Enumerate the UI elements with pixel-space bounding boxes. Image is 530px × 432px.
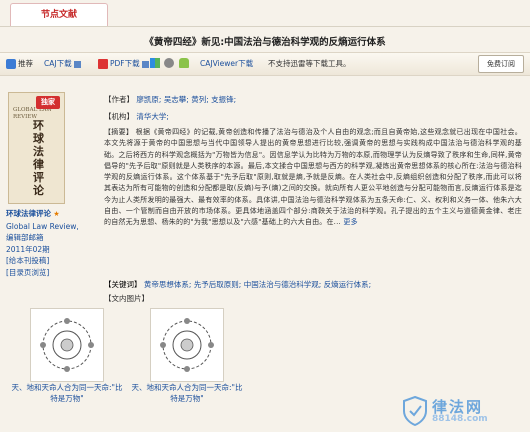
figure-caption[interactable]: 天、地和天命人合为同一天命:"比特是万物" — [8, 382, 126, 404]
journal-english-name[interactable]: Global Law Review, — [6, 221, 96, 233]
pdf-download-link[interactable]: PDF下载 — [98, 58, 149, 69]
figure-thumbnail[interactable] — [150, 308, 224, 382]
catalog-link[interactable]: [目录页浏览] — [6, 267, 96, 279]
download-icon — [141, 60, 149, 68]
org-link[interactable]: 清华大学; — [136, 112, 169, 121]
abstract: 【摘要】 根据《黄帝四经》的记载,黄帝创造和传播了法治与德治及个人自由的观念;而… — [104, 127, 522, 229]
organization-row: 【机构】 清华大学; — [104, 111, 169, 122]
figures-label: 【文内图片】 — [104, 294, 149, 303]
keywords-label: 【关键词】 — [104, 280, 142, 289]
authors-row: 【作者】 廖凯原; 吴志攀; 黄列; 支振锋; — [104, 94, 236, 105]
tab-node-document[interactable]: 节点文献 — [10, 3, 108, 26]
keyword-link[interactable]: 反熵运行体系; — [324, 280, 372, 289]
pdf-icon — [98, 59, 108, 69]
tab-bar: 节点文献 — [0, 0, 530, 27]
contribute-link[interactable]: [给本刊投稿] — [6, 255, 96, 267]
figure-thumbnail[interactable] — [30, 308, 104, 382]
author-link[interactable]: 廖凯原; — [136, 95, 161, 104]
keyword-link[interactable]: 中国法治与德治科学观; — [244, 280, 322, 289]
caj-download-link[interactable]: CAJ下载 — [44, 58, 81, 69]
figure-caption[interactable]: 天、地和天命人合为同一天命:"比特是万物" — [128, 382, 246, 404]
journal-editor[interactable]: 编辑部邮箱 — [6, 232, 96, 244]
pdf-download-label: PDF下载 — [110, 59, 140, 68]
windows-icon[interactable] — [150, 58, 160, 68]
caj-download-label: CAJ下载 — [44, 59, 72, 68]
keyword-link[interactable]: 黄帝思想体系; — [144, 280, 192, 289]
download-notice: 不支持迅雷等下载工具。 — [268, 59, 351, 68]
abstract-text: 根据《黄帝四经》的记载,黄帝创造和传播了法治与德治及个人自由的观念;而且自黄帝始… — [104, 128, 522, 227]
more-link[interactable]: 更多 — [343, 218, 357, 226]
android-icon[interactable] — [178, 58, 189, 68]
author-link[interactable]: 吴志攀; — [164, 95, 189, 104]
download-bar: 推荐 CAJ下载 PDF下载 CAJViewer下载 不支持迅雷等下载工具。 免… — [0, 52, 530, 76]
apple-icon[interactable] — [164, 58, 175, 68]
keywords-row: 【关键词】 黄帝思想体系; 先予后取原则; 中国法治与德治科学观; 反熵运行体系… — [104, 279, 524, 290]
figure-diagram — [160, 318, 214, 372]
author-link[interactable]: 黄列; — [191, 95, 209, 104]
abstract-label: 【摘要】 — [104, 128, 134, 136]
recommend-item: 推荐 — [6, 58, 33, 69]
recommend-label: 推荐 — [18, 59, 33, 68]
shield-icon — [403, 396, 427, 426]
keyword-link[interactable]: 先予后取原则; — [194, 280, 242, 289]
author-link[interactable]: 支振锋; — [211, 95, 236, 104]
free-subscribe-button[interactable]: 免费订阅 — [478, 55, 524, 73]
journal-name[interactable]: 环球法律评论 — [6, 209, 51, 218]
journal-issue[interactable]: 2011年02期 — [6, 244, 96, 256]
exclusive-badge: 独家 — [36, 96, 60, 109]
journal-cover[interactable]: GLOBAL LAW REVIEW 环球法律评论 独家 — [8, 92, 65, 204]
platform-icons — [150, 58, 191, 68]
article-title: 《黄帝四经》新见:中国法治与德治科学观的反熵运行体系 — [144, 37, 386, 48]
journal-info: 环球法律评论 ★ Global Law Review, 编辑部邮箱 2011年0… — [6, 208, 96, 278]
cajviewer-download-link[interactable]: CAJViewer下载 — [200, 58, 253, 69]
watermark-logo: 律法网 88148.com — [398, 394, 520, 428]
figure-diagram — [40, 318, 94, 372]
author-label: 【作者】 — [104, 95, 134, 104]
download-icon — [73, 60, 81, 68]
flame-icon: ★ — [53, 210, 60, 218]
recommend-icon — [6, 59, 16, 69]
cover-chinese-title: 环球法律评论 — [33, 119, 44, 197]
watermark-url: 88148.com — [432, 414, 488, 424]
org-label: 【机构】 — [104, 112, 134, 121]
